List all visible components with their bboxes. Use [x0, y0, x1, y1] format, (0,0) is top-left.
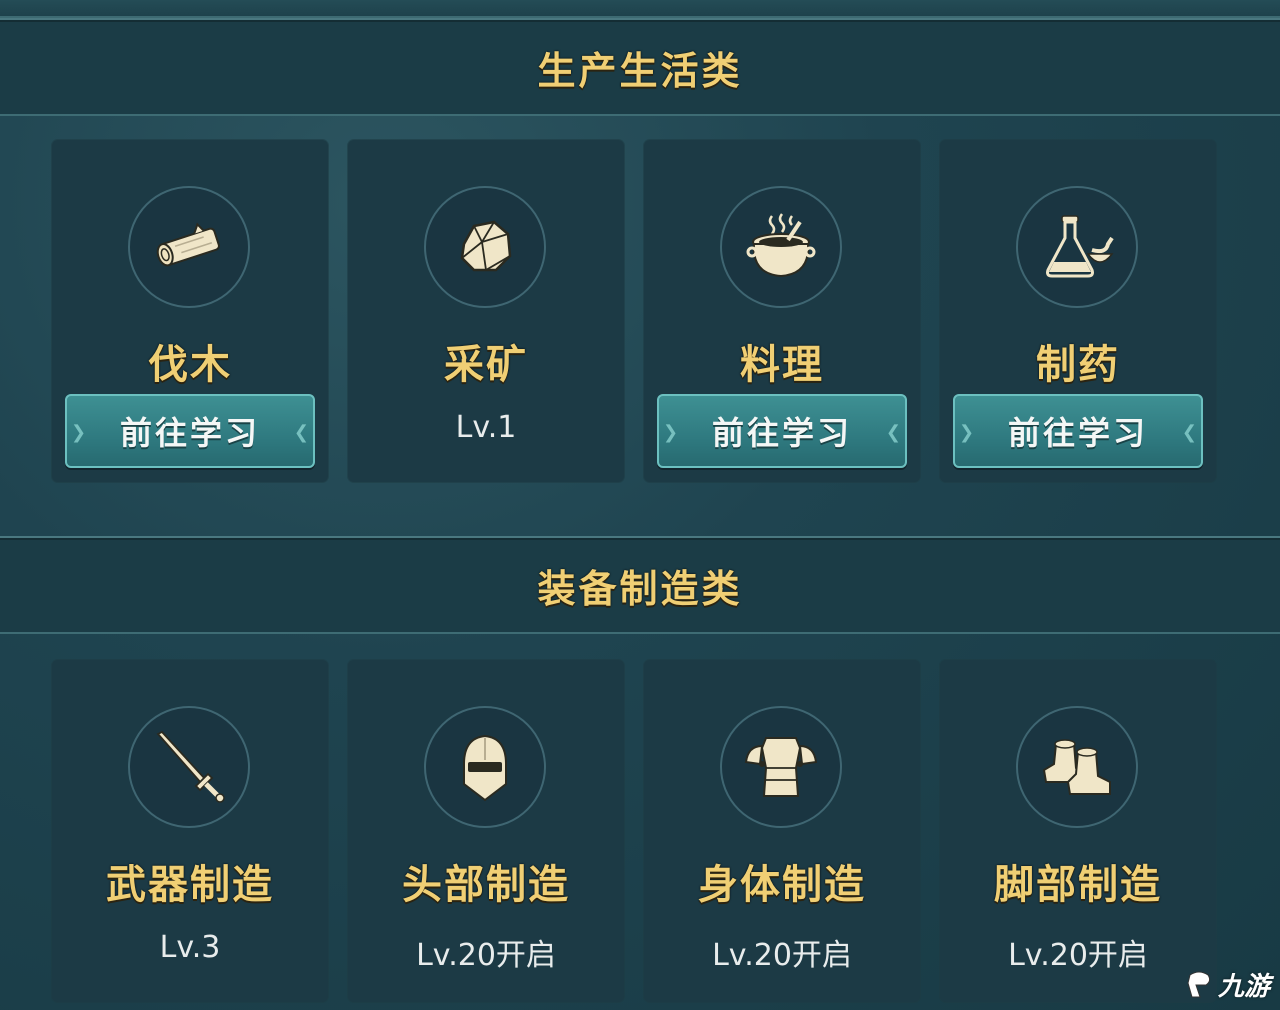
sword-icon: [156, 730, 225, 803]
go-learn-button[interactable]: ❯ 前往学习 ❮: [953, 394, 1203, 468]
armor-icon: [744, 737, 818, 797]
skill-card-foot-crafting[interactable]: 脚部制造 Lv.20开启: [940, 660, 1216, 1002]
skill-card-head-crafting[interactable]: 头部制造 Lv.20开启: [348, 660, 624, 1002]
skill-name: 制药: [1036, 342, 1120, 388]
icon-ring: [1016, 186, 1138, 308]
jiuyou-logo-icon: [1187, 971, 1211, 998]
helmet-icon: [463, 734, 507, 802]
icon-ring: [1016, 706, 1138, 828]
icon-ring: [424, 706, 546, 828]
chevron-left-icon: ❮: [293, 422, 309, 443]
button-label: 前往学习: [711, 414, 852, 452]
boots-icon: [1042, 739, 1111, 795]
watermark: 九游: [1182, 964, 1280, 1004]
section-header-equipment-crafting: 装备制造类: [0, 536, 1280, 634]
skill-name: 身体制造: [698, 862, 866, 908]
cooking-pot-icon: [746, 213, 816, 278]
skill-level: Lv.20开启: [712, 938, 852, 973]
button-label: 前往学习: [119, 414, 260, 452]
button-label: 前往学习: [1007, 414, 1148, 452]
skill-card-mining[interactable]: 采矿 Lv.1: [348, 140, 624, 482]
skill-name: 料理: [740, 342, 824, 388]
chevron-left-icon: ❮: [885, 422, 901, 443]
skill-name: 武器制造: [106, 862, 274, 908]
potion-flask-icon: [1046, 215, 1114, 278]
go-learn-button[interactable]: ❯ 前往学习 ❮: [657, 394, 907, 468]
section-header-life-skills: 生产生活类: [0, 18, 1280, 116]
watermark-text: 九游: [1218, 971, 1271, 1002]
icon-ring: [128, 706, 250, 828]
skill-name: 采矿: [444, 342, 528, 388]
icon-ring: [720, 706, 842, 828]
icon-ring: [128, 186, 250, 308]
skill-name: 伐木: [148, 342, 232, 388]
ore-icon: [460, 220, 512, 272]
section-title: 装备制造类: [537, 566, 743, 611]
section-title: 生产生活类: [537, 48, 743, 93]
skill-card-body-crafting[interactable]: 身体制造 Lv.20开启: [644, 660, 920, 1002]
icon-ring: [720, 186, 842, 308]
skill-name: 脚部制造: [994, 862, 1162, 908]
icon-ring: [424, 186, 546, 308]
log-icon: [156, 222, 220, 267]
skill-level: Lv.3: [159, 930, 221, 965]
skill-level: Lv.20开启: [416, 938, 556, 973]
top-border-strip: [0, 0, 1280, 18]
skill-card-weapon-crafting[interactable]: 武器制造 Lv.3: [52, 660, 328, 1002]
go-learn-button[interactable]: ❯ 前往学习 ❮: [65, 394, 315, 468]
skill-name: 头部制造: [402, 862, 570, 908]
skill-card-alchemy[interactable]: 制药 ❯ 前往学习 ❮: [940, 140, 1216, 482]
skill-card-cooking[interactable]: 料理 ❯ 前往学习 ❮: [644, 140, 920, 482]
chevron-left-icon: ❮: [1181, 422, 1197, 443]
skill-level: Lv.1: [455, 410, 517, 445]
skill-card-logging[interactable]: 伐木 ❯ 前往学习 ❮: [52, 140, 328, 482]
skill-level: Lv.20开启: [1008, 938, 1148, 973]
